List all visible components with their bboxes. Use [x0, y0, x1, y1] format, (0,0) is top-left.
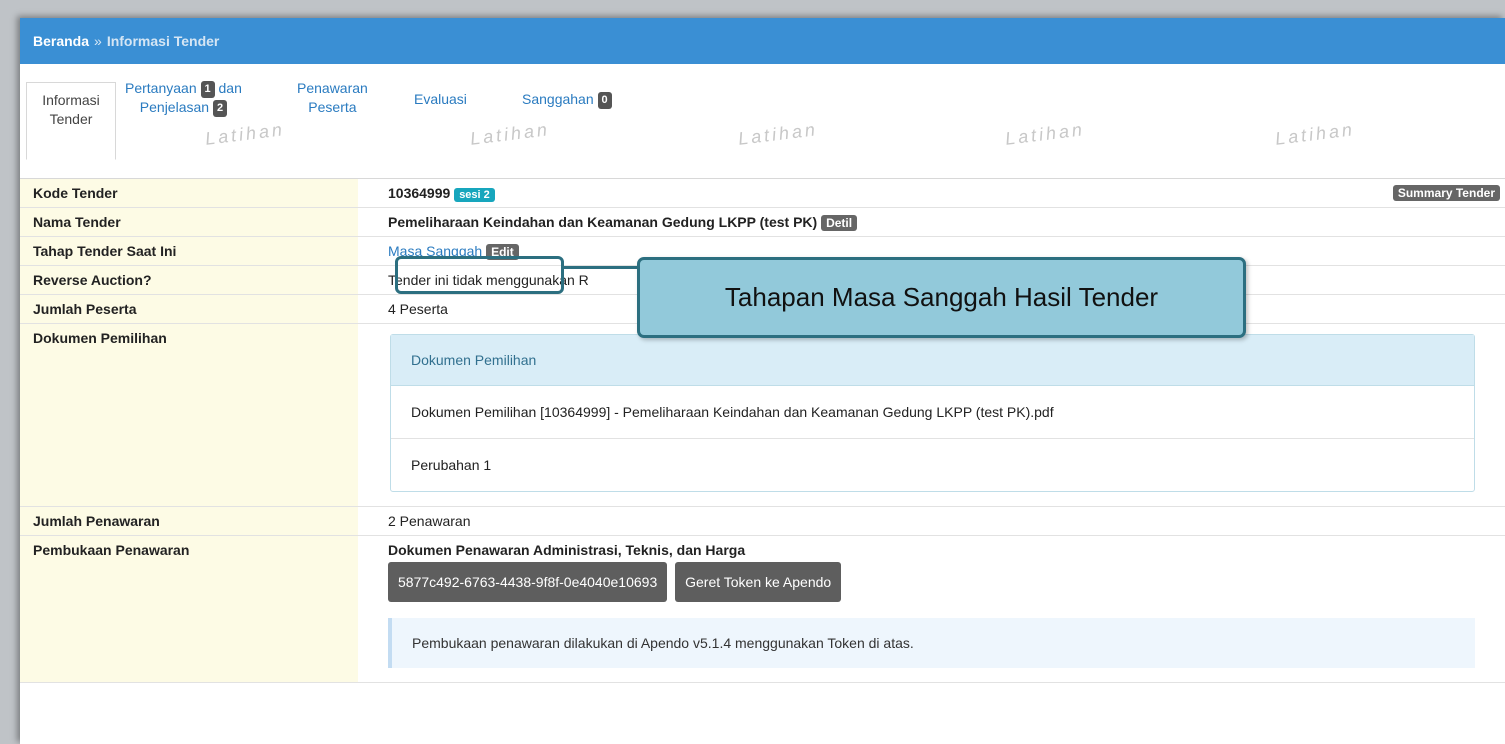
tab-label: dan	[218, 80, 242, 96]
button-group: 5877c492-6763-4438-9f8f-0e4040e10693 Ger…	[388, 562, 1475, 602]
tab-label: Peserta	[308, 99, 357, 115]
row-label: Nama Tender	[20, 207, 358, 237]
tab-label: Penawaran	[297, 80, 368, 96]
table-row: Jumlah Penawaran 2 Penawaran	[20, 506, 1505, 536]
annotation-callout: Tahapan Masa Sanggah Hasil Tender	[637, 257, 1246, 338]
tab-sanggahan[interactable]: Sanggahan 0	[522, 90, 612, 109]
row-label: Reverse Auction?	[20, 265, 358, 295]
tab-informasi-tender[interactable]: Informasi Tender	[26, 82, 116, 160]
breadcrumb-separator: »	[94, 33, 102, 49]
row-label: Jumlah Penawaran	[20, 506, 358, 536]
breadcrumb: Beranda » Informasi Tender	[20, 18, 1505, 64]
tab-label: Penjelasan	[139, 99, 210, 115]
table-row: Nama Tender Pemeliharaan Keindahan dan K…	[20, 207, 1505, 237]
row-label: Dokumen Pemilihan	[20, 323, 358, 507]
panel-title: Dokumen Pemilihan	[391, 335, 1474, 386]
geret-token-button[interactable]: Geret Token ke Apendo	[675, 562, 842, 602]
token-button[interactable]: 5877c492-6763-4438-9f8f-0e4040e10693	[388, 562, 668, 602]
watermark: Latihan	[204, 119, 286, 149]
table-row: Pembukaan Penawaran Dokumen Penawaran Ad…	[20, 535, 1505, 683]
pembukaan-note: Pembukaan penawaran dilakukan di Apendo …	[388, 618, 1475, 668]
row-value: Pemeliharaan Keindahan dan Keamanan Gedu…	[358, 207, 1505, 237]
tab-bar: Informasi Tender Pertanyaan 1 dan Penjel…	[20, 64, 1505, 179]
dokumen-panel: Dokumen Pemilihan Dokumen Pemilihan [103…	[390, 334, 1475, 492]
tender-info-table: Kode Tender 10364999 sesi 2 Summary Tend…	[20, 179, 1505, 683]
breadcrumb-home-link[interactable]: Beranda	[33, 33, 89, 49]
dokumen-file-link[interactable]: Dokumen Pemilihan [10364999] - Pemelihar…	[391, 386, 1474, 439]
tab-label: Informasi	[42, 92, 100, 108]
row-label: Pembukaan Penawaran	[20, 535, 358, 683]
tab-label: Sanggahan	[522, 91, 594, 107]
table-row: Kode Tender 10364999 sesi 2 Summary Tend…	[20, 179, 1505, 208]
pembukaan-heading: Dokumen Penawaran Administrasi, Teknis, …	[388, 542, 746, 558]
watermark: Latihan	[1274, 119, 1356, 149]
row-label: Kode Tender	[20, 179, 358, 208]
row-value: 10364999 sesi 2 Summary Tender	[358, 179, 1505, 208]
detil-button[interactable]: Detil	[821, 215, 858, 231]
watermark: Latihan	[469, 119, 551, 149]
highlight-outline	[395, 256, 564, 294]
sesi-badge: sesi 2	[454, 188, 495, 202]
nama-tender-value: Pemeliharaan Keindahan dan Keamanan Gedu…	[388, 214, 818, 230]
watermark: Latihan	[737, 119, 819, 149]
tab-evaluasi[interactable]: Evaluasi	[414, 90, 467, 109]
summary-tender-button[interactable]: Summary Tender	[1392, 185, 1500, 201]
tab-label: Pertanyaan	[125, 80, 197, 96]
row-value: Dokumen Penawaran Administrasi, Teknis, …	[358, 535, 1505, 683]
row-label: Jumlah Peserta	[20, 294, 358, 324]
row-label: Tahap Tender Saat Ini	[20, 236, 358, 266]
count-badge: 2	[212, 99, 228, 117]
app-window: Beranda» Informasi Tender Informasi Tende…	[20, 18, 1505, 744]
tab-label: Tender	[49, 111, 93, 127]
tab-label: Evaluasi	[414, 91, 467, 107]
kode-tender-value: 10364999	[388, 185, 451, 201]
count-badge: 0	[597, 91, 612, 109]
watermark: Latihan	[1004, 119, 1086, 149]
count-badge: 1	[200, 80, 215, 98]
tab-pertanyaan-penjelasan[interactable]: Pertanyaan 1 dan Penjelasan 2	[125, 79, 242, 117]
perubahan-item[interactable]: Perubahan 1	[391, 439, 1474, 491]
table-row: Dokumen Pemilihan Dokumen Pemilihan Doku…	[20, 323, 1505, 507]
callout-connector	[564, 266, 642, 269]
breadcrumb-current: Informasi Tender	[106, 33, 220, 49]
row-value: Dokumen Pemilihan Dokumen Pemilihan [103…	[358, 323, 1505, 507]
row-value: 2 Penawaran	[358, 506, 1505, 536]
tab-penawaran-peserta[interactable]: Penawaran Peserta	[297, 79, 368, 117]
